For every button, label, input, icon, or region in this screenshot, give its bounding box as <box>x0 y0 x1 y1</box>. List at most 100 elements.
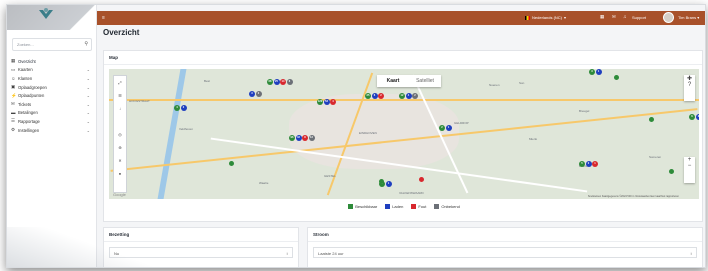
cluster-count: 12 <box>399 93 405 99</box>
sidebar-item-oplaadgroepen[interactable]: ▣ Oplaadgroepen ⌄ <box>11 83 93 92</box>
sidebar-item-label: Instellingen <box>18 127 40 133</box>
search-placeholder: Zoeken... <box>17 42 34 47</box>
legend-swatch <box>385 204 391 210</box>
map-marker-cluster[interactable]: 120 53 4 <box>317 99 336 105</box>
map-type-satelliet[interactable]: Satelliet <box>409 75 441 87</box>
sidebar-item-label: Rapportage <box>18 118 40 124</box>
map-type-kaart[interactable]: Kaart <box>377 75 409 87</box>
fullscreen-icon[interactable]: ✚ <box>684 75 695 82</box>
sidebar-nav: ▦ Overzicht ▭ Kaarten ⌄ ☺ Klanten ⌄ ▣ Oplaadgroep… <box>11 57 93 134</box>
chevron-down-icon: ▾ <box>564 15 567 20</box>
map-place-label: Best <box>204 79 211 83</box>
dashboard-icon: ▦ <box>11 58 16 64</box>
map-marker-cluster[interactable]: 32 <box>249 91 262 97</box>
map-tools: ⤢ ☰ ↓ ◎ ⊕ ✕ ● <box>113 75 127 193</box>
zoom-out-button[interactable]: − <box>684 163 695 169</box>
sidebar-item-overzicht[interactable]: ▦ Overzicht <box>11 57 93 66</box>
card-icon: ▭ <box>11 66 16 72</box>
legend-label: Onbekend <box>441 204 460 209</box>
map-marker-cluster[interactable]: 12 4 2 <box>399 93 418 99</box>
topbar: ≡ Nederlands (NC) ▾ ▦ ✉ ♫ Support Tim Br… <box>97 11 705 25</box>
sidebar-item-tickets[interactable]: ✉ Tickets ⌄ <box>11 100 93 109</box>
avatar[interactable] <box>663 12 674 23</box>
cluster-count: 4 <box>405 93 412 99</box>
grid-icon[interactable]: ▦ <box>600 14 604 20</box>
cluster-count: 4 <box>174 105 180 111</box>
chevron-updown-icon: ↕ <box>286 251 288 256</box>
cluster-count: 96 <box>289 135 295 141</box>
cluster-count: 2 <box>585 161 592 167</box>
cluster-count: 2 <box>412 93 418 99</box>
map-marker-cluster[interactable]: 96 42 8 12 <box>289 135 315 141</box>
cluster-count: 14 <box>280 79 286 85</box>
decorative-overlay <box>7 5 127 30</box>
cluster-count: 1 <box>445 125 452 131</box>
sidebar-item-rapportage[interactable]: ☰ Rapportage ⌄ <box>11 117 93 126</box>
map-place-label: Someren <box>649 155 662 159</box>
legend-label: Laden <box>392 204 404 209</box>
map-marker-cluster[interactable]: 42 <box>174 105 187 111</box>
sidebar-item-instellingen[interactable]: ⚙ Instellingen ⌄ <box>11 126 93 135</box>
fullscreen-icon[interactable]: ⤢ <box>114 76 126 89</box>
bell-icon[interactable]: ♫ <box>623 14 626 19</box>
map-marker[interactable] <box>229 161 234 166</box>
payment-icon: ▬ <box>11 110 16 116</box>
map-marker[interactable] <box>649 117 654 122</box>
cluster-count: 1 <box>595 69 602 75</box>
close-icon[interactable]: ✕ <box>114 154 126 167</box>
flag-be-icon <box>525 15 530 20</box>
map-attribution: Sneltoetsen Kaartgegevens ©2024 500 m Vo… <box>587 195 679 198</box>
cluster-count: 4 <box>330 99 336 105</box>
sidebar-item-betalingen[interactable]: ▬ Betalingen ⌄ <box>11 109 93 118</box>
road <box>109 99 699 101</box>
map[interactable]: ⤢ ☰ ↓ ◎ ⊕ ✕ ● Kaart Satelliet ✚ ? + − Go… <box>109 69 699 199</box>
cluster-count: 3 <box>249 91 255 97</box>
sidebar-item-kaarten[interactable]: ▭ Kaarten ⌄ <box>11 66 93 75</box>
cluster-count: 5 <box>579 161 585 167</box>
cluster-count: 12 <box>308 135 315 141</box>
sidebar-item-klanten[interactable]: ☺ Klanten ⌄ <box>11 74 93 83</box>
pin-icon[interactable]: ● <box>114 167 126 180</box>
map-marker[interactable] <box>614 75 619 80</box>
map-marker-cluster[interactable]: 68 25 14 6 <box>267 79 293 85</box>
sidebar-item-oplaadpunten[interactable]: ⚡ Oplaadpunten ⌄ <box>11 91 93 100</box>
search-input[interactable]: Zoeken... ⚲ <box>12 38 92 51</box>
map-marker[interactable] <box>669 169 674 174</box>
legend-swatch <box>434 204 440 210</box>
screenshot-frame: Zoeken... ⚲ ▦ Overzicht ▭ Kaarten ⌄ ☺ Klanten ⌄… <box>0 0 708 271</box>
cluster-count: 2 <box>180 105 187 111</box>
sidebar-item-label: Oplaadgroepen <box>18 84 47 90</box>
stroom-select[interactable]: Laatste 24 uur ↕ <box>313 247 697 258</box>
legend-item: Fout <box>411 204 426 210</box>
mail-icon[interactable]: ✉ <box>612 14 616 20</box>
download-icon[interactable]: ↓ <box>114 102 126 115</box>
user-menu[interactable]: Tim Brans ▾ <box>678 15 699 20</box>
cluster-count: 53 <box>323 99 330 105</box>
map-place-label: Nuenen <box>489 83 500 87</box>
map-marker[interactable] <box>379 179 384 184</box>
chevron-down-icon: ⌄ <box>86 101 90 107</box>
map-marker-cluster[interactable]: 31 <box>589 69 602 75</box>
map-marker-cluster[interactable]: 521 <box>579 161 598 167</box>
cluster-count: 1 <box>385 181 392 187</box>
support-link[interactable]: Support <box>632 15 646 20</box>
target-icon[interactable]: ⊕ <box>114 141 126 154</box>
language-selector[interactable]: Nederlands (NC) ▾ <box>525 15 566 20</box>
map-place-label: Breugel <box>579 109 590 113</box>
map-marker-cluster[interactable]: 63 <box>689 114 699 120</box>
help-icon[interactable]: ? <box>684 82 695 88</box>
map-place-label: Son <box>519 81 525 85</box>
map-marker-cluster[interactable]: 21 <box>439 125 452 131</box>
group-icon: ▣ <box>11 84 16 90</box>
map-legend: Beschikbaar Laden Fout Onbekend <box>104 204 704 210</box>
app-window: Zoeken... ⚲ ▦ Overzicht ▭ Kaarten ⌄ ☺ Klanten ⌄… <box>6 4 706 268</box>
map-place-label: HOOGSTRAAT <box>129 99 150 103</box>
cluster-count: 2 <box>439 125 445 131</box>
cluster-count: 6 <box>286 79 293 85</box>
layers-icon[interactable]: ☰ <box>114 89 126 102</box>
map-marker[interactable] <box>419 177 424 182</box>
cluster-count: 2 <box>378 93 384 99</box>
map-marker-cluster[interactable]: 25 6 2 <box>365 93 384 99</box>
zoom-controls: + − <box>684 157 695 183</box>
location-icon[interactable]: ◎ <box>114 128 126 141</box>
